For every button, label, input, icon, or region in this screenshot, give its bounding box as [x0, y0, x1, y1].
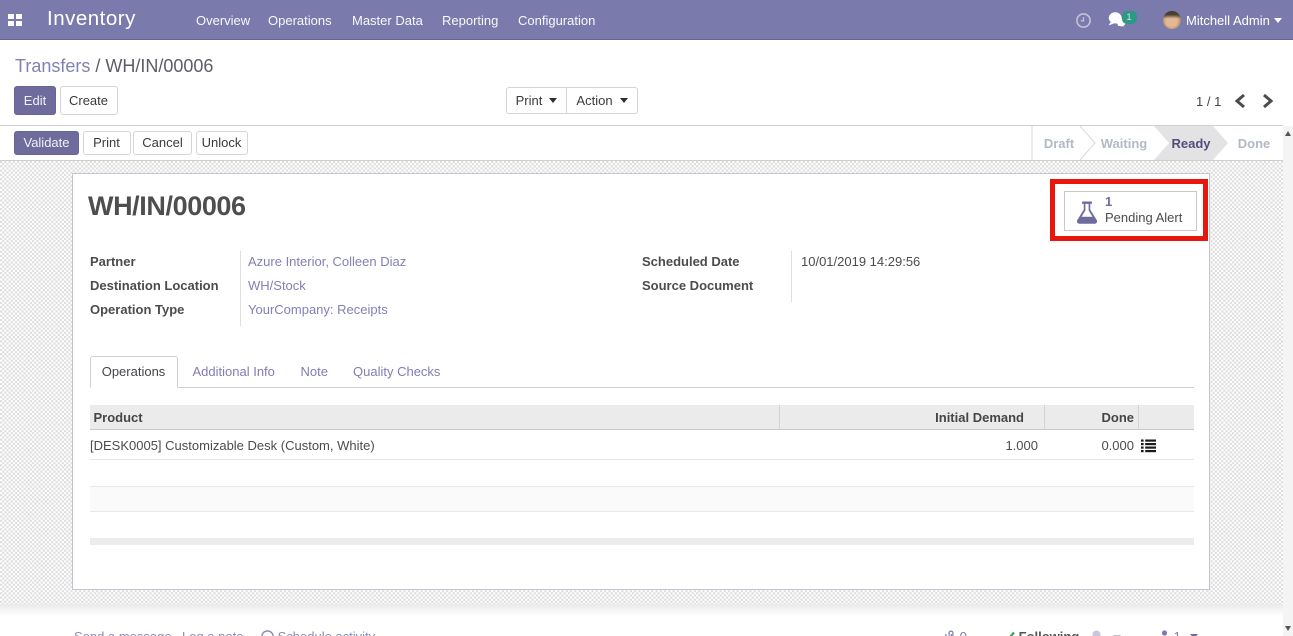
svg-text:Ready: Ready [1171, 136, 1211, 151]
svg-text:Draft: Draft [1044, 136, 1075, 151]
svg-text:Waiting: Waiting [1101, 136, 1148, 151]
svg-text:Done: Done [1238, 136, 1271, 151]
